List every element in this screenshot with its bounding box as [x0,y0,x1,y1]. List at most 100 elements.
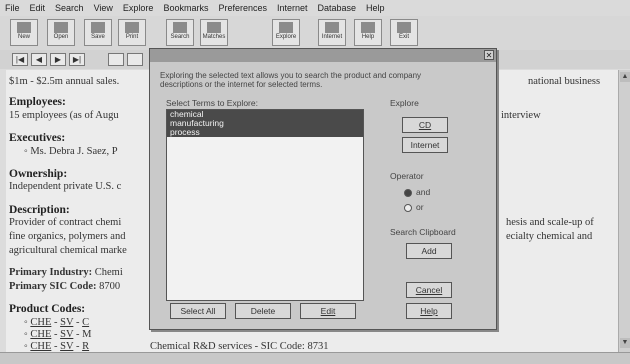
explore-button[interactable]: Explore [272,19,300,46]
product-code-link[interactable]: CHE [30,341,51,352]
product-code-link[interactable]: SV [60,329,73,340]
scroll-down-icon[interactable]: ▼ [620,338,630,348]
employees-text: 15 employees (as of Augu [9,110,119,121]
explore-icon [279,22,293,33]
matches-button[interactable]: Matches [200,19,228,46]
menu-explore[interactable]: Explore [118,0,159,13]
product-code-link[interactable]: SV [60,317,73,328]
cancel-button[interactable]: Cancel [406,282,452,298]
cancel-button-label: Cancel [415,285,443,295]
terms-list-label: Select Terms to Explore: [166,98,258,108]
internet-icon [325,22,339,33]
edit-label: Edit [320,306,336,316]
help-button[interactable]: Help [354,19,382,46]
next-record-button[interactable]: ▶ [50,53,66,66]
menu-bar: File Edit Search View Explore Bookmarks Prefer… [0,0,630,16]
description-line-tail: ecialty chemical and [506,231,593,242]
print-button[interactable]: Print [118,19,146,46]
product-code-item[interactable]: ◦ CHE - SV - M [24,329,91,340]
select-all-button[interactable]: Select All [170,303,226,319]
add-button[interactable]: Add [406,243,452,259]
explore-dialog: ✕ Exploring the selected text allows you… [149,48,497,330]
new-button[interactable]: New [10,19,38,46]
status-bar [0,352,630,364]
product-code-item[interactable]: ◦ CHE - SV - C [24,317,89,328]
ownership-text: Independent private U.S. c [9,181,122,192]
save-button[interactable]: Save [84,19,112,46]
internet-button[interactable]: Internet [318,19,346,46]
primary-sic: Primary SIC Code: 8700 [9,281,120,292]
menu-bookmarks[interactable]: Bookmarks [158,0,213,13]
dialog-description: Exploring the selected text allows you t… [160,71,422,89]
add-button-label: Add [421,246,437,256]
print-icon [125,22,139,33]
terms-listbox[interactable]: chemical manufacturing process [166,109,364,301]
toolbar: New Open Save Print Search Matches Explo… [0,16,630,51]
product-code-link[interactable]: CHE [30,329,51,340]
footer-sic-line: Chemical R&D services - SIC Code: 8731 [150,341,329,352]
vertical-scrollbar[interactable]: ▲ ▼ [618,70,630,352]
primary-industry-label: Primary Industry: [9,267,93,278]
menu-preferences[interactable]: Preferences [213,0,272,13]
dialog-title-bar[interactable]: ✕ [150,49,496,62]
list-item[interactable]: process [167,128,363,137]
help-button-label: Help [420,306,438,316]
operator-label: Operator [390,171,424,181]
product-code-link[interactable]: CHE [30,317,51,328]
bookmark-icon[interactable] [108,53,124,66]
open-icon [54,22,68,33]
cd-button[interactable]: CD [402,117,448,133]
menu-internet[interactable]: Internet [272,0,313,13]
matches-icon [207,22,221,33]
ownership-heading: Ownership: [9,168,68,180]
operator-or-radio[interactable]: or [404,202,424,212]
exit-icon [397,22,411,33]
primary-industry-value: Chemi [94,267,123,278]
product-code-link[interactable]: R [82,341,89,352]
first-record-button[interactable]: |◀ [12,53,28,66]
menu-search[interactable]: Search [50,0,89,13]
new-icon [17,22,31,33]
last-record-button[interactable]: ▶| [69,53,85,66]
primary-industry: Primary Industry: Chemi [9,267,123,278]
product-codes-heading: Product Codes: [9,303,86,315]
executives-heading: Executives: [9,132,66,144]
menu-database[interactable]: Database [313,0,362,13]
product-code-link[interactable]: SV [60,341,73,352]
previous-record-button[interactable]: ◀ [31,53,47,66]
menu-edit[interactable]: Edit [25,0,51,13]
employees-text-tail: interview [501,110,541,121]
search-button[interactable]: Search [166,19,194,46]
edit-button[interactable]: Edit [300,303,356,319]
description-line-tail: hesis and scale-up of [506,217,594,228]
exit-button[interactable]: Exit [390,19,418,46]
close-icon[interactable]: ✕ [484,50,494,60]
product-code-item[interactable]: ◦ CHE - SV - R [24,341,89,352]
menu-help[interactable]: Help [361,0,390,13]
explore-label: Explore [390,98,419,108]
open-button[interactable]: Open [47,19,75,46]
select-all-label: Select All [180,306,216,316]
dialog-help-button[interactable]: Help [406,303,452,319]
product-code-text: M [82,329,92,340]
internet-button-label: Internet [410,140,440,150]
delete-label: Delete [250,306,276,316]
product-code-link[interactable]: C [82,317,89,328]
radio-selected-icon [404,188,412,197]
copy-icon[interactable] [127,53,143,66]
description-line: agricultural chemical marke [9,245,127,256]
operator-and-radio[interactable]: and [404,187,430,197]
and-label: and [416,187,431,197]
internet-search-button[interactable]: Internet [402,137,448,153]
description-heading: Description: [9,204,70,216]
search-clipboard-label: Search Clipboard [390,227,456,237]
delete-button[interactable]: Delete [235,303,291,319]
scroll-up-icon[interactable]: ▲ [620,72,630,82]
menu-view[interactable]: View [89,0,118,13]
help-icon [361,22,375,33]
description-line: Provider of contract chemi [9,217,122,228]
description-line: fine organics, polymers and [9,231,126,242]
menu-file[interactable]: File [0,0,25,13]
binoculars-icon [173,22,187,33]
cd-button-label: CD [418,120,432,130]
